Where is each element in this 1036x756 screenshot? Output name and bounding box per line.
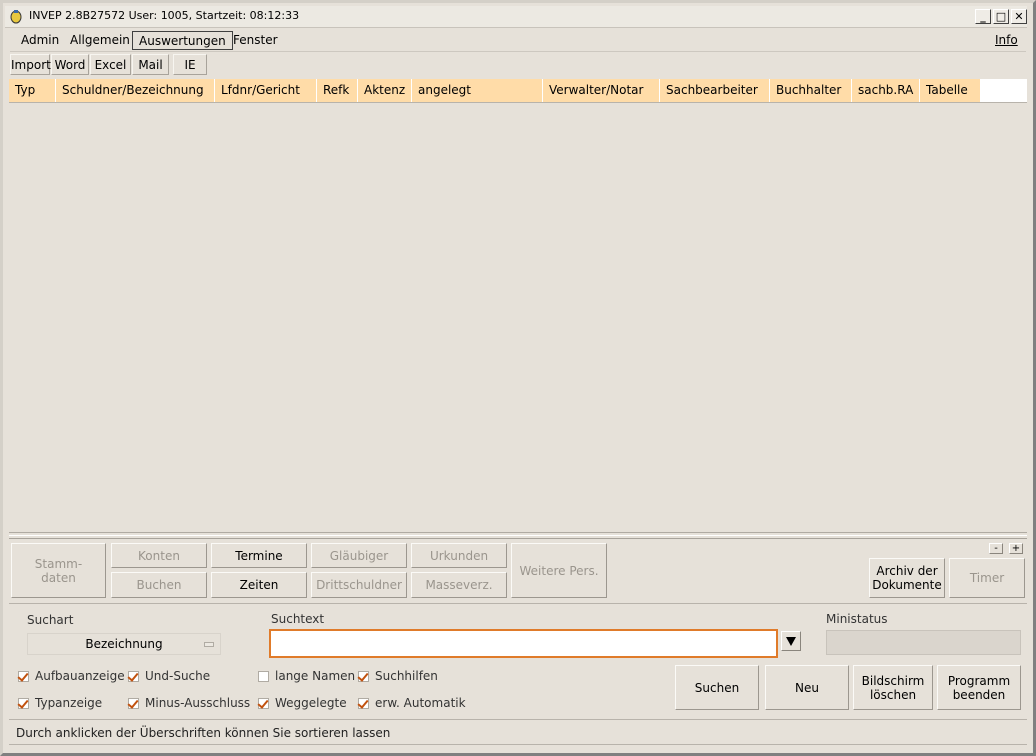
column-header-lfdnr[interactable]: Lfdnr/Gericht xyxy=(215,79,317,102)
termine-button[interactable]: Termine xyxy=(211,543,307,568)
menu-auswertungen[interactable]: Auswertungen xyxy=(132,31,233,50)
column-header-typ[interactable]: Typ xyxy=(9,79,56,102)
option-minus-ausschluss[interactable]: Minus-Ausschluss xyxy=(128,696,250,710)
checkbox[interactable] xyxy=(358,670,369,682)
bildschirm-loeschen-button[interactable]: Bildschirm löschen xyxy=(853,665,933,710)
status-bar: Durch anklicken der Überschriften können… xyxy=(9,719,1027,745)
column-header-sachbearbeiter[interactable]: Sachbearbeiter xyxy=(660,79,770,102)
ie-button[interactable]: IE xyxy=(173,54,207,75)
status-text: Durch anklicken der Überschriften können… xyxy=(16,726,391,740)
suchen-button[interactable]: Suchen xyxy=(675,665,759,710)
zeiten-button[interactable]: Zeiten xyxy=(211,572,307,598)
checkbox[interactable] xyxy=(128,697,139,709)
menu-bar: Admin Allgemein Auswertungen Fenster Inf… xyxy=(10,30,1026,52)
checkbox[interactable] xyxy=(258,697,269,709)
programm-beenden-button[interactable]: Programm beenden xyxy=(937,665,1021,710)
collapse-panel-button[interactable]: - xyxy=(989,543,1003,554)
checkbox[interactable] xyxy=(18,670,29,682)
suchtext-label: Suchtext xyxy=(271,612,325,626)
timer-button[interactable]: Timer xyxy=(949,558,1025,598)
neu-button[interactable]: Neu xyxy=(765,665,849,710)
minimize-button[interactable]: _ xyxy=(975,9,991,24)
option-suchhilfen[interactable]: Suchhilfen xyxy=(358,669,438,683)
menu-info[interactable]: Info xyxy=(989,31,1024,50)
konten-button[interactable]: Konten xyxy=(111,543,207,568)
menu-allgemein[interactable]: Allgemein xyxy=(64,31,136,50)
column-header-verwalter[interactable]: Verwalter/Notar xyxy=(543,79,660,102)
masseverz-button[interactable]: Masseverz. xyxy=(411,572,507,598)
option-erw-automatik[interactable]: erw. Automatik xyxy=(358,696,466,710)
title-bar: INVEP 2.8B27572 User: 1005, Startzeit: 0… xyxy=(5,6,1027,28)
ministatus-label: Ministatus xyxy=(826,612,888,626)
stammdaten-button[interactable]: Stamm- daten xyxy=(11,543,106,598)
checkbox[interactable] xyxy=(128,670,139,682)
maximize-button[interactable]: □ xyxy=(993,9,1009,24)
option-lange-namen[interactable]: lange Namen xyxy=(258,669,355,683)
checkbox[interactable] xyxy=(258,670,269,682)
suchtext-input[interactable] xyxy=(269,629,778,658)
menu-fenster[interactable]: Fenster xyxy=(227,31,284,50)
column-header-sachb-ra[interactable]: sachb.RA xyxy=(852,79,920,102)
import-button[interactable]: Import xyxy=(10,54,51,75)
drittschuldner-button[interactable]: Drittschuldner xyxy=(311,572,407,598)
menu-admin[interactable]: Admin xyxy=(15,31,65,50)
pane-splitter[interactable] xyxy=(9,535,1027,539)
column-header-buchhalter[interactable]: Buchhalter xyxy=(770,79,852,102)
buchen-button[interactable]: Buchen xyxy=(111,572,207,598)
option-typanzeige[interactable]: Typanzeige xyxy=(18,696,102,710)
weitere-pers-button[interactable]: Weitere Pers. xyxy=(511,543,607,598)
suchart-value: Bezeichnung xyxy=(85,637,163,651)
excel-button[interactable]: Excel xyxy=(90,54,131,75)
window-title: INVEP 2.8B27572 User: 1005, Startzeit: 0… xyxy=(29,9,300,22)
dropdown-arrow-icon xyxy=(204,642,214,647)
column-header-schuldner[interactable]: Schuldner/Bezeichnung xyxy=(56,79,215,102)
option-aufbauanzeige[interactable]: Aufbauanzeige xyxy=(18,669,125,683)
urkunden-button[interactable]: Urkunden xyxy=(411,543,507,568)
results-table-body[interactable] xyxy=(9,104,1027,533)
checkbox[interactable] xyxy=(358,697,369,709)
archiv-dokumente-button[interactable]: Archiv der Dokumente xyxy=(869,558,945,598)
suchart-select[interactable]: Bezeichnung xyxy=(27,633,221,655)
export-toolbar: Import Word Excel Mail IE xyxy=(10,54,1026,76)
app-logo-icon xyxy=(10,10,22,24)
ministatus-field xyxy=(826,630,1021,655)
word-button[interactable]: Word xyxy=(51,54,89,75)
checkbox[interactable] xyxy=(18,697,29,709)
expand-panel-button[interactable]: + xyxy=(1009,543,1023,554)
option-und-suche[interactable]: Und-Suche xyxy=(128,669,210,683)
close-button[interactable]: ✕ xyxy=(1011,9,1027,24)
column-header-refk[interactable]: Refk xyxy=(317,79,358,102)
mail-button[interactable]: Mail xyxy=(132,54,169,75)
table-header: Typ Schuldner/Bezeichnung Lfdnr/Gericht … xyxy=(9,79,1027,103)
column-header-angelegt[interactable]: angelegt xyxy=(412,79,543,102)
column-header-tabelle[interactable]: Tabelle xyxy=(920,79,981,102)
triangle-down-icon xyxy=(786,637,796,646)
suchtext-history-button[interactable] xyxy=(781,631,801,651)
glaeubiger-button[interactable]: Gläubiger xyxy=(311,543,407,568)
column-header-aktenz[interactable]: Aktenz xyxy=(358,79,412,102)
suchart-label: Suchart xyxy=(27,613,74,627)
option-weggelegte[interactable]: Weggelegte xyxy=(258,696,347,710)
